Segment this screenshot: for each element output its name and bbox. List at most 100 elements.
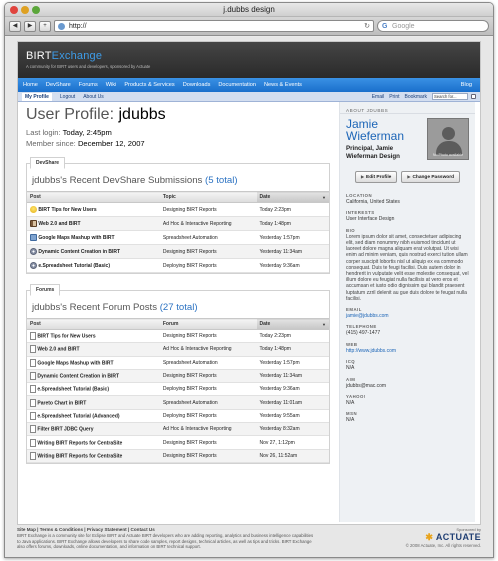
post-cell[interactable]: e.Spreadsheet Tutorial (Advanced)	[27, 409, 160, 424]
post-cell[interactable]: Dynamic Content Creation in BIRT	[27, 369, 160, 384]
nav-wiki[interactable]: Wiki	[106, 82, 117, 88]
table-row[interactable]: Writing BIRT Reports for CentraSite Desig…	[27, 435, 329, 450]
table-row[interactable]: e.Spreadsheet Tutorial (Basic) Deploying …	[27, 382, 329, 397]
subnav-about-us[interactable]: About Us	[83, 94, 104, 100]
logo-prefix: BIRT	[26, 50, 52, 62]
post-cell[interactable]: Web 2.0 and BIRT	[27, 342, 160, 357]
nav-blog[interactable]: Blog	[461, 82, 472, 88]
post-cell[interactable]: Google Maps Mashup with BIRT	[27, 230, 160, 245]
document-icon	[30, 358, 36, 367]
email-link[interactable]: Email	[372, 94, 385, 100]
post-title[interactable]: Writing BIRT Reports for CentraSite	[37, 440, 122, 446]
actuate-logo[interactable]: ✱ ACTUATE	[406, 532, 481, 543]
post-title[interactable]: e.Spreadsheet Tutorial (Basic)	[38, 263, 110, 269]
browser-search-field[interactable]: G Google	[377, 20, 489, 32]
table-row[interactable]: BIRT Tips for New Users Designing BIRT Re…	[27, 202, 329, 217]
zoom-window-button[interactable]	[32, 6, 40, 14]
back-button[interactable]: ◀	[9, 20, 21, 32]
col-post[interactable]: Post	[27, 191, 160, 203]
post-title[interactable]: Filter BIRT JDBC Query	[37, 427, 93, 433]
post-title[interactable]: Google Maps Mashup with BIRT	[37, 360, 113, 366]
nav-forums[interactable]: Forums	[79, 82, 98, 88]
table-row[interactable]: Web 2.0 and BIRT Ad Hoc & Interactive Rep…	[27, 216, 329, 231]
table-row[interactable]: e.Spreadsheet Tutorial (Advanced) Deployi…	[27, 409, 329, 424]
post-cell[interactable]: Pareto Chart in BIRT	[27, 395, 160, 410]
forums-count-link[interactable]: (27 total)	[160, 302, 198, 313]
table-row[interactable]: e.Spreadsheet Tutorial (Basic) Deploying …	[27, 258, 329, 273]
edit-profile-label: Edit Profile	[366, 175, 392, 180]
devshare-count-link[interactable]: (5 total)	[205, 175, 238, 186]
post-cell[interactable]: Dynamic Content Creation in BIRT	[27, 244, 160, 259]
utility-links: Email Print Bookmark Search for...	[372, 93, 476, 100]
add-bookmark-button[interactable]: +	[39, 20, 51, 32]
col-date[interactable]: Date ▼	[256, 191, 329, 203]
post-cell[interactable]: BIRT Tips for New Users	[27, 202, 160, 217]
col-post[interactable]: Post	[27, 318, 160, 330]
post-title[interactable]: Writing BIRT Reports for CentraSite	[37, 453, 122, 459]
post-cell[interactable]: e.Spreadsheet Tutorial (Basic)	[27, 382, 160, 397]
forward-button[interactable]: ▶	[24, 20, 36, 32]
post-cell[interactable]: Writing BIRT Reports for CentraSite	[27, 435, 160, 450]
window-title: j.dubbs design	[223, 5, 275, 14]
post-title[interactable]: BIRT Tips for New Users	[38, 207, 96, 213]
table-row[interactable]: Pareto Chart in BIRT Spreadsheet Automati…	[27, 395, 329, 410]
table-row[interactable]: BIRT Tips for New Users Designing BIRT Re…	[27, 329, 329, 344]
post-title[interactable]: Dynamic Content Creation in BIRT	[37, 373, 119, 379]
nav-news[interactable]: News & Events	[264, 82, 302, 88]
field-telephone: TELEPHONE (415) 497-1477	[340, 324, 475, 336]
col-date[interactable]: Date ▼	[256, 318, 329, 330]
site-logo[interactable]: BIRTExchange	[26, 50, 472, 62]
minimize-window-button[interactable]	[21, 6, 29, 14]
post-title[interactable]: Pareto Chart in BIRT	[37, 400, 86, 406]
close-window-button[interactable]	[10, 6, 18, 14]
table-row[interactable]: Web 2.0 and BIRT Ad Hoc & Interactive Rep…	[27, 342, 329, 357]
forums-tab[interactable]: Forums	[30, 284, 61, 296]
post-cell[interactable]: Google Maps Mashup with BIRT	[27, 356, 160, 370]
col-topic[interactable]: Topic	[159, 191, 257, 203]
subnav-my-profile[interactable]: My Profile	[22, 92, 52, 101]
field-value: jdubbs@mac.com	[346, 382, 387, 389]
print-link[interactable]: Print	[389, 94, 399, 100]
nav-documentation[interactable]: Documentation	[218, 82, 256, 88]
post-cell[interactable]: BIRT Tips for New Users	[27, 329, 160, 344]
bookmark-link[interactable]: Bookmark	[404, 94, 427, 100]
devshare-tab[interactable]: DevShare	[30, 157, 66, 169]
post-cell[interactable]: Web 2.0 and BIRT	[27, 216, 160, 231]
address-bar[interactable]: http:// ↻	[54, 20, 374, 32]
post-title[interactable]: Google Maps Mashup with BIRT	[38, 235, 114, 241]
site-search-button[interactable]	[471, 94, 476, 99]
post-cell[interactable]: e.Spreadsheet Tutorial (Basic)	[27, 258, 160, 273]
email-link[interactable]: jamie@jdubbs.com	[346, 313, 469, 319]
table-row[interactable]: Filter BIRT JDBC Query Ad Hoc & Interacti…	[27, 422, 329, 437]
nav-downloads[interactable]: Downloads	[183, 82, 211, 88]
reload-icon[interactable]: ↻	[364, 21, 370, 32]
nav-devshare[interactable]: DevShare	[46, 82, 71, 88]
post-title[interactable]: e.Spreadsheet Tutorial (Basic)	[37, 387, 109, 393]
post-title[interactable]: e.Spreadsheet Tutorial (Advanced)	[37, 413, 119, 419]
change-password-button[interactable]: ▶ Change Password	[401, 171, 461, 183]
table-row[interactable]: Writing BIRT Reports for CentraSite Desig…	[27, 449, 329, 463]
post-cell[interactable]: Filter BIRT JDBC Query	[27, 422, 160, 437]
post-title[interactable]: Web 2.0 and BIRT	[38, 221, 80, 227]
date-cell: Today 2:23pm	[256, 329, 329, 344]
last-login-label: Last login:	[26, 128, 61, 137]
site-search-input[interactable]: Search for...	[432, 93, 468, 100]
col-forum[interactable]: Forum	[159, 318, 257, 330]
web-link[interactable]: http://www.jdubbs.com	[346, 348, 469, 354]
nav-home[interactable]: Home	[23, 82, 38, 88]
forum-cell: Designing BIRT Reports	[159, 329, 257, 344]
table-row[interactable]: Dynamic Content Creation in BIRT Designin…	[27, 244, 329, 259]
nav-products[interactable]: Products & Services	[124, 82, 174, 88]
table-row[interactable]: Dynamic Content Creation in BIRT Designin…	[27, 369, 329, 384]
post-title[interactable]: Dynamic Content Creation in BIRT	[38, 249, 120, 255]
browser-search-placeholder: Google	[392, 23, 415, 30]
field-bio: BIO Lorem ipsum dolor sit amet, consectet…	[340, 228, 475, 302]
post-cell[interactable]: Writing BIRT Reports for CentraSite	[27, 449, 160, 463]
forum-cell: Spreadsheet Automation	[159, 356, 257, 370]
table-row[interactable]: Google Maps Mashup with BIRT Spreadsheet …	[27, 230, 329, 245]
edit-profile-button[interactable]: ▶ Edit Profile	[354, 171, 398, 183]
subnav-logout[interactable]: Logout	[60, 94, 75, 100]
table-row[interactable]: Google Maps Mashup with BIRT Spreadsheet …	[27, 356, 329, 370]
post-title[interactable]: Web 2.0 and BIRT	[37, 347, 79, 353]
post-title[interactable]: BIRT Tips for New Users	[37, 333, 95, 339]
